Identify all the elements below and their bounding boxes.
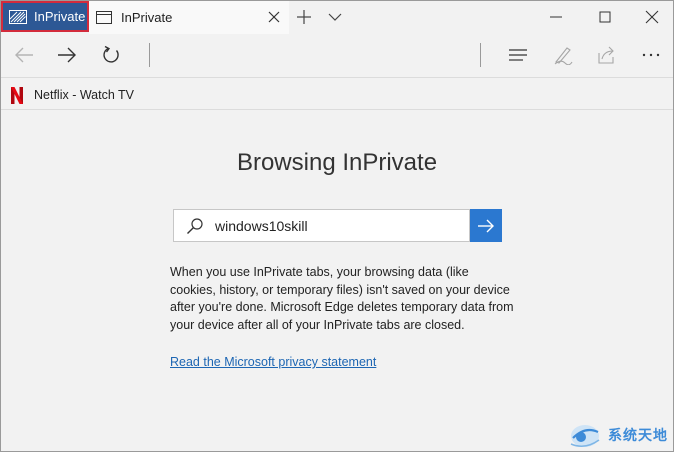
favorite-item-netflix[interactable]: Netflix - Watch TV: [11, 86, 134, 104]
inprivate-page: Browsing InPrivate When you use InPrivat…: [1, 111, 673, 451]
share-icon[interactable]: [596, 45, 616, 65]
more-icon[interactable]: [641, 45, 661, 65]
tab-page-icon: [96, 11, 112, 24]
inprivate-description: When you use InPrivate tabs, your browsi…: [170, 265, 514, 332]
netflix-icon: [11, 86, 23, 104]
favorite-item-label: Netflix - Watch TV: [34, 88, 135, 102]
watermark: 系统天地: [568, 419, 674, 451]
minimize-icon[interactable]: [548, 9, 564, 25]
maximize-icon[interactable]: [597, 9, 613, 25]
nav-divider: [480, 43, 481, 67]
back-arrow-icon[interactable]: [14, 45, 34, 65]
search-icon: [187, 217, 203, 234]
new-tab-icon[interactable]: [296, 9, 312, 25]
inprivate-badge-label: InPrivate: [34, 9, 86, 24]
inprivate-badge: InPrivate: [1, 1, 89, 32]
arrow-right-icon: [478, 219, 494, 232]
search-box[interactable]: [173, 209, 470, 242]
inprivate-icon: [9, 9, 27, 24]
navigation-bar: [1, 34, 673, 75]
privacy-statement-link[interactable]: Read the Microsoft privacy statement: [170, 355, 376, 369]
refresh-icon[interactable]: [101, 45, 121, 65]
favorites-bar: Netflix - Watch TV: [1, 77, 673, 110]
web-note-icon[interactable]: [553, 45, 573, 65]
watermark-text: 系统天地: [608, 428, 668, 444]
tab-inprivate[interactable]: InPrivate: [89, 1, 289, 34]
title-bar: InPrivate InPrivate: [1, 1, 673, 34]
hub-icon[interactable]: [508, 45, 528, 65]
chevron-down-icon[interactable]: [328, 11, 342, 23]
nav-divider: [149, 43, 150, 67]
close-icon[interactable]: [644, 9, 660, 25]
page-title: Browsing InPrivate: [236, 149, 438, 176]
search-input[interactable]: [215, 217, 455, 234]
tab-title: InPrivate: [121, 10, 173, 25]
search-go-button[interactable]: [470, 209, 502, 242]
forward-arrow-icon[interactable]: [57, 45, 77, 65]
watermark-logo-icon: [570, 425, 600, 448]
tab-close-icon[interactable]: [267, 10, 281, 24]
browser-window: InPrivate InPrivate Netflix - Watch TV B…: [0, 0, 674, 452]
